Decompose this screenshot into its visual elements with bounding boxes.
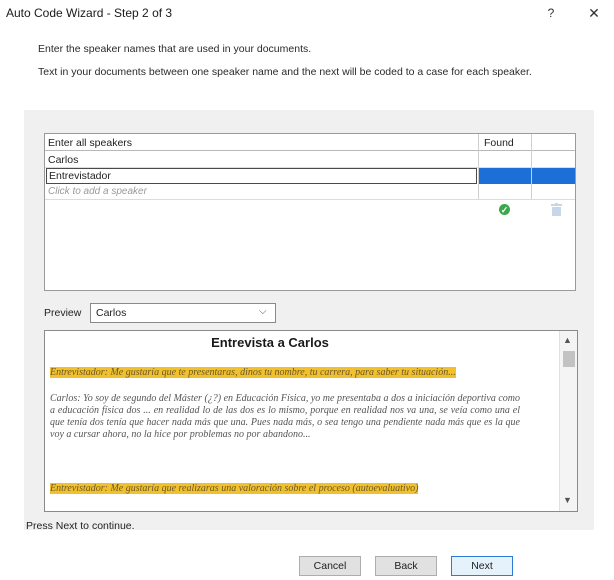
cancel-button[interactable]: Cancel [299, 556, 361, 576]
preview-paragraph: Entrevistador: Me gustaría que realizara… [50, 483, 520, 495]
column-header-speakers: Enter all speakers [48, 137, 133, 149]
preview-document-title: Entrevista a Carlos [211, 335, 329, 350]
close-button[interactable]: ✕ [585, 4, 603, 22]
chevron-down-icon: ⌵ [259, 306, 267, 317]
selected-cell-found [479, 168, 531, 184]
preview-label: Preview [44, 307, 82, 319]
title-bar: Auto Code Wizard - Step 2 of 3 ? ✕ [0, 0, 614, 26]
speaker-name-editor[interactable]: Entrevistador [46, 168, 477, 184]
highlighted-text: Entrevistador: Me gustaría que te presen… [50, 367, 456, 378]
speaker-name[interactable]: Carlos [48, 154, 78, 166]
grid-header: Enter all speakers Found [45, 134, 575, 151]
back-button[interactable]: Back [375, 556, 437, 576]
selected-cell-delete [532, 168, 575, 184]
speakers-grid: Enter all speakers Found Carlos ✓ Entrev… [44, 133, 576, 291]
check-circle-icon: ✓ [498, 203, 511, 216]
instruction-line-2: Text in your documents between one speak… [38, 66, 532, 78]
preview-paragraph: Carlos: Yo soy de segundo del Máster (¿?… [50, 393, 520, 440]
highlighted-text: Entrevistador: Me gustaría que realizara… [50, 483, 419, 494]
trash-icon[interactable] [551, 203, 562, 216]
window-title: Auto Code Wizard - Step 2 of 3 [6, 6, 173, 20]
add-speaker-row[interactable]: Click to add a speaker [45, 184, 575, 200]
speaker-name[interactable]: Entrevistador [49, 170, 111, 182]
instruction-line-1: Enter the speaker names that are used in… [38, 43, 312, 55]
speaker-row-carlos[interactable]: Carlos ✓ [45, 152, 575, 184]
preview-scrollbar[interactable]: ▲ ▼ [559, 331, 577, 511]
preview-speaker-dropdown[interactable]: Carlos ⌵ [90, 303, 276, 323]
scroll-thumb[interactable] [563, 351, 575, 367]
document-preview[interactable]: Entrevista a Carlos Entrevistador: Me gu… [44, 330, 578, 512]
footer-hint: Press Next to continue. [26, 520, 135, 532]
intro-panel: Enter the speaker names that are used in… [0, 26, 614, 110]
scroll-down-icon[interactable]: ▼ [563, 495, 572, 505]
preview-paragraph: Entrevistador: Me gustaría que te presen… [50, 367, 520, 379]
help-button[interactable]: ? [543, 5, 559, 21]
preview-selected-value: Carlos [96, 307, 127, 319]
next-button[interactable]: Next [451, 556, 513, 576]
speaker-row-entrevistador[interactable]: Entrevistador ✓ [45, 168, 575, 216]
column-header-found: Found [484, 137, 514, 149]
scroll-up-icon[interactable]: ▲ [563, 335, 572, 345]
add-speaker-placeholder[interactable]: Click to add a speaker [48, 186, 147, 197]
